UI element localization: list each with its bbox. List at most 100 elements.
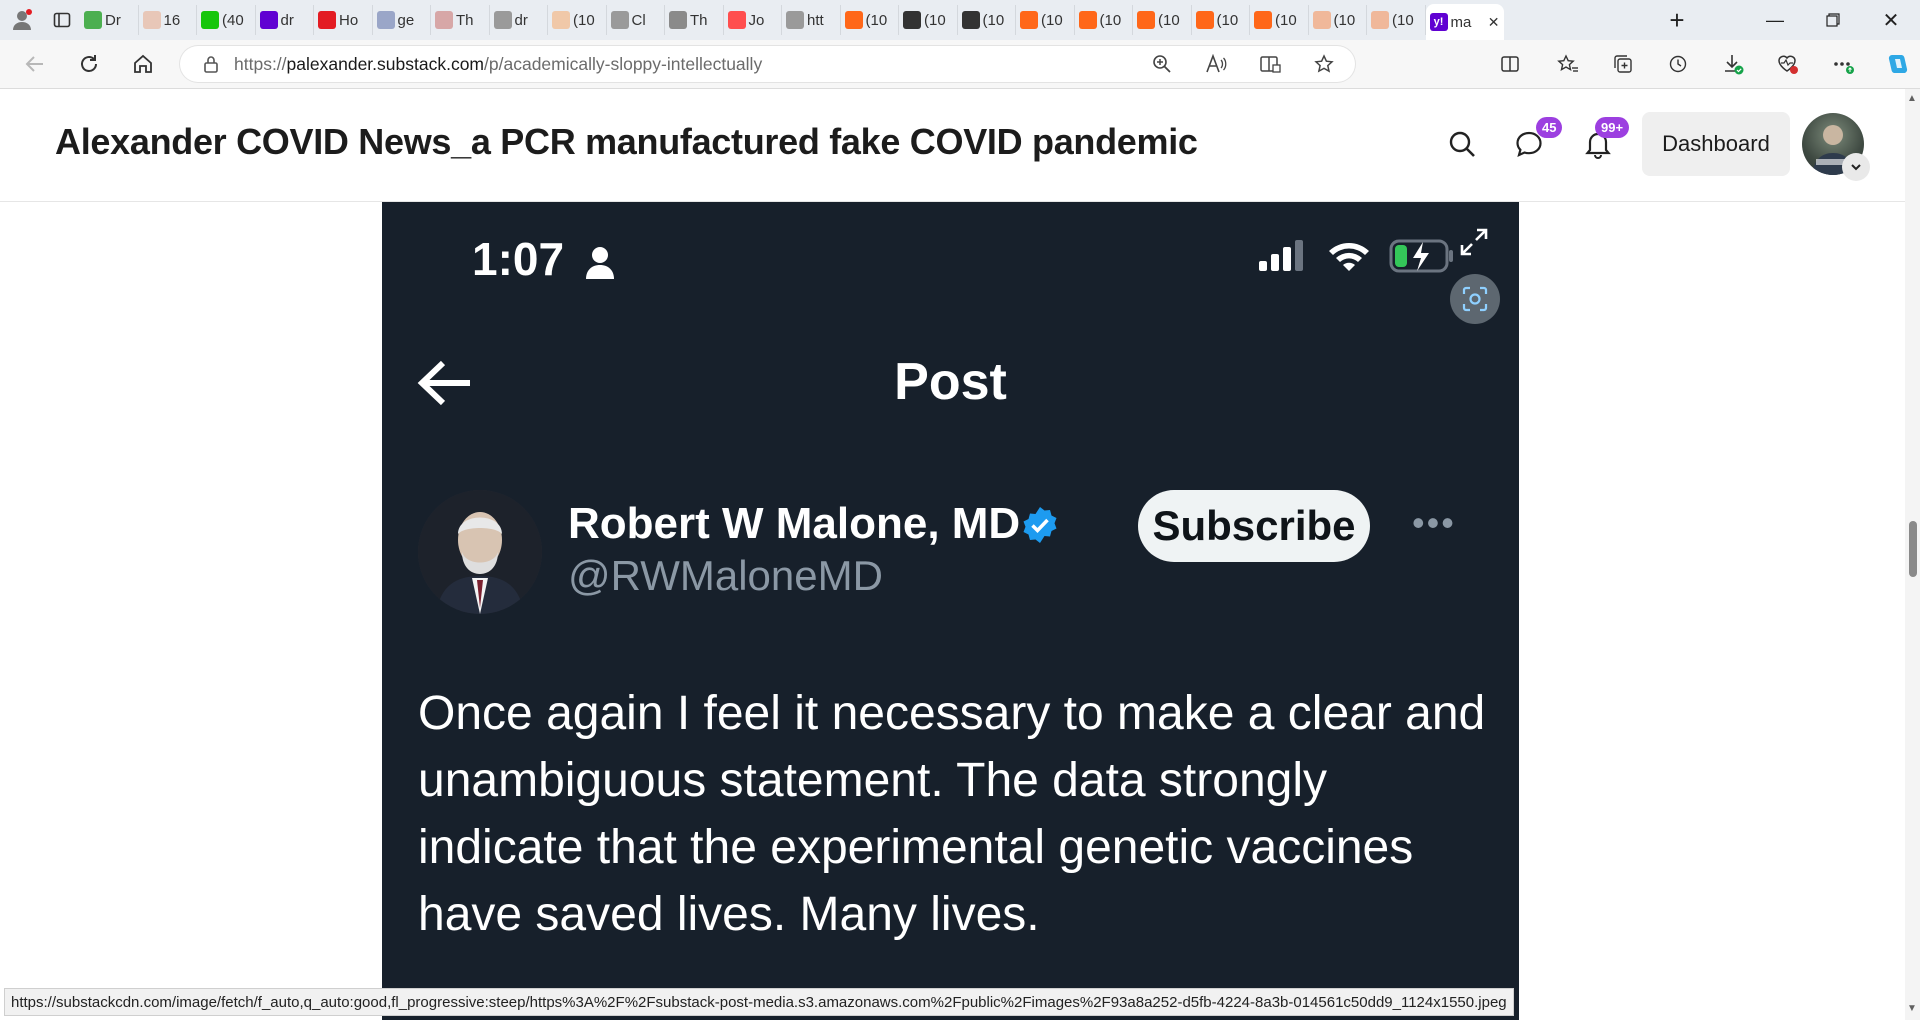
browser-tab[interactable]: (10 (1075, 5, 1133, 35)
browser-tab-label: (10 (1099, 11, 1122, 29)
browser-tab[interactable]: Jo (724, 5, 782, 35)
url-bar[interactable]: https://palexander.substack.com/p/academ… (180, 46, 1355, 82)
browser-tab[interactable]: Ho (314, 5, 373, 35)
scroll-down-icon[interactable]: ▼ (1907, 1003, 1917, 1014)
scrollbar-thumb[interactable] (1909, 521, 1917, 577)
browser-tab-label: (10 (982, 11, 1005, 29)
browser-tab-label: (10 (1392, 11, 1414, 29)
close-window-button[interactable]: ✕ (1862, 0, 1920, 40)
chat-badge: 45 (1536, 117, 1563, 138)
browser-tab[interactable]: (10 (1250, 5, 1309, 35)
account-menu-chevron[interactable] (1842, 153, 1870, 181)
browser-tab[interactable]: Cl (607, 5, 665, 35)
favorite-star-button[interactable] (1299, 40, 1349, 88)
browser-tab[interactable]: (10 (548, 5, 607, 35)
bookmark-icon (552, 11, 570, 29)
browser-tab[interactable]: (10 (958, 5, 1016, 35)
zoom-button[interactable] (1137, 40, 1187, 88)
browser-tab-label: ge (397, 11, 415, 29)
browser-tab[interactable]: Dr (80, 5, 139, 35)
close-tab-icon[interactable]: ✕ (1488, 14, 1500, 31)
substack-icon (1195, 11, 1214, 29)
split-screen-button[interactable] (1480, 40, 1540, 88)
browser-tab[interactable]: (10 (1367, 5, 1426, 35)
page-icon (610, 11, 629, 29)
substack-icon (844, 11, 863, 29)
expand-icon (1460, 228, 1488, 256)
substack-icon (1078, 11, 1097, 29)
home-button[interactable] (116, 40, 170, 88)
link-status-bar: https://substackcdn.com/image/fetch/f_au… (4, 988, 1514, 1016)
browser-tab-label: Dr (105, 11, 121, 29)
new-tab-button[interactable]: + (1648, 0, 1706, 40)
history-button[interactable] (1650, 40, 1705, 88)
history-icon (1669, 55, 1686, 73)
browser-tab-label: Ho (339, 11, 359, 29)
refresh-button[interactable] (62, 40, 116, 88)
favorites-icon (1556, 54, 1578, 72)
tab-actions-button[interactable] (44, 0, 80, 40)
expand-image-button[interactable] (1454, 222, 1494, 262)
person-icon (585, 246, 614, 279)
dashboard-button[interactable]: Dashboard (1642, 112, 1790, 176)
refresh-icon (81, 55, 97, 72)
visual-search-button[interactable] (1450, 274, 1500, 324)
read-aloud-icon (1206, 54, 1227, 73)
page-scrollbar[interactable]: ▲ ▼ (1905, 89, 1920, 1020)
copilot-button[interactable] (1870, 40, 1920, 88)
settings-more-button[interactable] (1815, 40, 1870, 88)
downloads-button[interactable] (1705, 40, 1760, 88)
post-image[interactable]: 1:07 Post Robert W Malone, MD @RWMaloneM… (382, 202, 1519, 1020)
search-button[interactable] (1437, 119, 1487, 169)
browser-tab-label: (10 (865, 11, 888, 29)
collections-button[interactable] (1595, 40, 1650, 88)
browser-tab[interactable]: dr (490, 5, 548, 35)
browser-tab[interactable]: (10 (1309, 5, 1367, 35)
browser-tab-label: (10 (1275, 11, 1297, 29)
phone-screen-title: Post (894, 353, 1007, 411)
back-arrow-icon (25, 56, 43, 72)
browser-essentials-button[interactable] (1760, 40, 1815, 88)
favorites-button[interactable] (1540, 40, 1595, 88)
profile-button[interactable] (0, 0, 44, 40)
browser-tab[interactable]: (10 (841, 5, 899, 35)
browser-tab-active[interactable]: y! ma ✕ (1425, 4, 1504, 40)
browser-tab[interactable]: Th (665, 5, 724, 35)
read-aloud-button[interactable] (1191, 40, 1241, 88)
substack-icon (1137, 11, 1155, 29)
browser-tab[interactable]: (40 (197, 5, 256, 35)
search-icon (1449, 131, 1475, 157)
download-icon (1724, 55, 1743, 75)
browser-tab[interactable]: (10 (1016, 5, 1075, 35)
yahoo-icon: y! (1429, 13, 1448, 31)
browser-tab[interactable]: (10 (1133, 5, 1192, 35)
lock-icon (204, 56, 218, 73)
browser-tab-label: (10 (1158, 11, 1180, 29)
scroll-up-icon[interactable]: ▲ (1907, 93, 1917, 104)
notifications-button[interactable]: 99+ (1573, 117, 1630, 169)
red-icon (318, 11, 336, 29)
browser-tab[interactable]: dr (256, 5, 314, 35)
minimize-button[interactable]: — (1746, 0, 1804, 40)
browser-tab-label: dr (280, 11, 294, 29)
browser-tab[interactable]: ge (373, 5, 431, 35)
restore-button[interactable] (1804, 0, 1862, 40)
immersive-reader-button[interactable] (1245, 40, 1295, 88)
chat-button[interactable]: 45 (1504, 117, 1563, 169)
browser-tab-label: Th (690, 11, 708, 29)
browser-tab[interactable]: htt (782, 5, 841, 35)
browser-tab[interactable]: 16 (139, 5, 197, 35)
home-icon (134, 54, 152, 73)
g-icon (201, 11, 219, 29)
back-button[interactable] (8, 40, 62, 88)
publication-title[interactable]: Alexander COVID News_a PCR manufactured … (55, 121, 1198, 163)
file-icon (493, 11, 512, 29)
browser-tab[interactable]: (10 (899, 5, 958, 35)
browser-tab[interactable]: Th (431, 5, 490, 35)
browser-tab-label: Th (456, 11, 474, 29)
youtube-icon (727, 11, 746, 29)
browser-tab[interactable]: (10 (1192, 5, 1250, 35)
more-options-icon: ••• (1412, 502, 1456, 543)
page-icon (786, 11, 804, 29)
substack-icon (1371, 11, 1389, 29)
